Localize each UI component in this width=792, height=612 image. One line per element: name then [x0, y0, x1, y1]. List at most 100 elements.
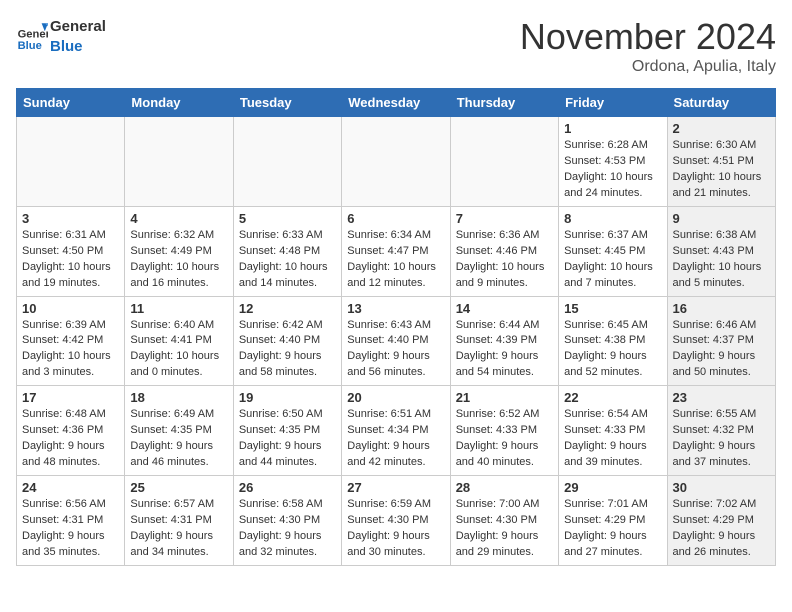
day-cell: 24 Sunrise: 6:56 AM Sunset: 4:31 PM Dayli… — [17, 476, 125, 566]
day-info: Sunrise: 6:43 AM Sunset: 4:40 PM Dayligh… — [347, 318, 444, 382]
day-info: Sunrise: 6:44 AM Sunset: 4:39 PM Dayligh… — [456, 318, 553, 382]
col-header-wednesday: Wednesday — [342, 89, 450, 117]
location: Ordona, Apulia, Italy — [520, 58, 776, 76]
day-number: 18 — [130, 390, 227, 405]
week-row-3: 17 Sunrise: 6:48 AM Sunset: 4:36 PM Dayli… — [17, 386, 776, 476]
day-info: Sunrise: 7:01 AM Sunset: 4:29 PM Dayligh… — [564, 497, 661, 561]
day-cell: 30 Sunrise: 7:02 AM Sunset: 4:29 PM Dayli… — [667, 476, 775, 566]
day-number: 29 — [564, 480, 661, 495]
day-number: 24 — [22, 480, 119, 495]
day-info: Sunrise: 6:31 AM Sunset: 4:50 PM Dayligh… — [22, 228, 119, 292]
day-cell: 25 Sunrise: 6:57 AM Sunset: 4:31 PM Dayli… — [125, 476, 233, 566]
day-number: 3 — [22, 211, 119, 226]
month-title: November 2024 — [520, 16, 776, 58]
day-info: Sunrise: 6:38 AM Sunset: 4:43 PM Dayligh… — [673, 228, 770, 292]
day-number: 16 — [673, 301, 770, 316]
day-info: Sunrise: 6:55 AM Sunset: 4:32 PM Dayligh… — [673, 407, 770, 471]
day-number: 5 — [239, 211, 336, 226]
day-info: Sunrise: 7:02 AM Sunset: 4:29 PM Dayligh… — [673, 497, 770, 561]
logo-blue-text: Blue — [50, 38, 83, 55]
day-cell: 2 Sunrise: 6:30 AM Sunset: 4:51 PM Daylig… — [667, 117, 775, 207]
day-cell: 13 Sunrise: 6:43 AM Sunset: 4:40 PM Dayli… — [342, 296, 450, 386]
day-cell: 6 Sunrise: 6:34 AM Sunset: 4:47 PM Daylig… — [342, 206, 450, 296]
day-info: Sunrise: 6:40 AM Sunset: 4:41 PM Dayligh… — [130, 318, 227, 382]
day-info: Sunrise: 6:51 AM Sunset: 4:34 PM Dayligh… — [347, 407, 444, 471]
day-number: 7 — [456, 211, 553, 226]
day-number: 30 — [673, 480, 770, 495]
day-info: Sunrise: 6:32 AM Sunset: 4:49 PM Dayligh… — [130, 228, 227, 292]
day-cell: 23 Sunrise: 6:55 AM Sunset: 4:32 PM Dayli… — [667, 386, 775, 476]
title-block: November 2024 Ordona, Apulia, Italy — [520, 16, 776, 76]
day-number: 27 — [347, 480, 444, 495]
day-cell: 29 Sunrise: 7:01 AM Sunset: 4:29 PM Dayli… — [559, 476, 667, 566]
week-row-1: 3 Sunrise: 6:31 AM Sunset: 4:50 PM Daylig… — [17, 206, 776, 296]
day-info: Sunrise: 6:52 AM Sunset: 4:33 PM Dayligh… — [456, 407, 553, 471]
day-number: 2 — [673, 121, 770, 136]
day-cell: 1 Sunrise: 6:28 AM Sunset: 4:53 PM Daylig… — [559, 117, 667, 207]
day-number: 8 — [564, 211, 661, 226]
day-cell: 4 Sunrise: 6:32 AM Sunset: 4:49 PM Daylig… — [125, 206, 233, 296]
day-info: Sunrise: 6:37 AM Sunset: 4:45 PM Dayligh… — [564, 228, 661, 292]
day-info: Sunrise: 6:34 AM Sunset: 4:47 PM Dayligh… — [347, 228, 444, 292]
day-number: 10 — [22, 301, 119, 316]
col-header-tuesday: Tuesday — [233, 89, 341, 117]
day-number: 9 — [673, 211, 770, 226]
week-row-2: 10 Sunrise: 6:39 AM Sunset: 4:42 PM Dayli… — [17, 296, 776, 386]
col-header-monday: Monday — [125, 89, 233, 117]
day-cell: 18 Sunrise: 6:49 AM Sunset: 4:35 PM Dayli… — [125, 386, 233, 476]
day-cell: 16Sunrise: 6:46 AM Sunset: 4:37 PM Dayli… — [667, 296, 775, 386]
col-header-sunday: Sunday — [17, 89, 125, 117]
day-number: 19 — [239, 390, 336, 405]
day-info: Sunrise: 6:57 AM Sunset: 4:31 PM Dayligh… — [130, 497, 227, 561]
day-info: Sunrise: 6:30 AM Sunset: 4:51 PM Dayligh… — [673, 138, 770, 202]
day-number: 14 — [456, 301, 553, 316]
day-number: 28 — [456, 480, 553, 495]
day-info: Sunrise: 6:56 AM Sunset: 4:31 PM Dayligh… — [22, 497, 119, 561]
day-info: Sunrise: 6:50 AM Sunset: 4:35 PM Dayligh… — [239, 407, 336, 471]
day-cell: 19 Sunrise: 6:50 AM Sunset: 4:35 PM Dayli… — [233, 386, 341, 476]
day-cell: 22Sunrise: 6:54 AM Sunset: 4:33 PM Dayli… — [559, 386, 667, 476]
day-info: Sunrise: 6:28 AM Sunset: 4:53 PM Dayligh… — [564, 138, 661, 202]
day-cell: 12Sunrise: 6:42 AM Sunset: 4:40 PM Dayli… — [233, 296, 341, 386]
day-cell — [342, 117, 450, 207]
day-info: Sunrise: 6:36 AM Sunset: 4:46 PM Dayligh… — [456, 228, 553, 292]
day-number: 23 — [673, 390, 770, 405]
day-cell — [450, 117, 558, 207]
day-info: Sunrise: 7:00 AM Sunset: 4:30 PM Dayligh… — [456, 497, 553, 561]
logo: General Blue General Blue — [16, 16, 106, 56]
calendar-table: SundayMondayTuesdayWednesdayThursdayFrid… — [16, 88, 776, 566]
day-info: Sunrise: 6:49 AM Sunset: 4:35 PM Dayligh… — [130, 407, 227, 471]
day-cell — [233, 117, 341, 207]
day-number: 13 — [347, 301, 444, 316]
day-number: 1 — [564, 121, 661, 136]
day-cell: 27 Sunrise: 6:59 AM Sunset: 4:30 PM Dayli… — [342, 476, 450, 566]
day-cell: 7 Sunrise: 6:36 AM Sunset: 4:46 PM Daylig… — [450, 206, 558, 296]
day-cell: 9 Sunrise: 6:38 AM Sunset: 4:43 PM Daylig… — [667, 206, 775, 296]
day-number: 4 — [130, 211, 227, 226]
day-cell — [17, 117, 125, 207]
header: General Blue General Blue November 2024 … — [16, 16, 776, 76]
day-info: Sunrise: 6:48 AM Sunset: 4:36 PM Dayligh… — [22, 407, 119, 471]
day-number: 6 — [347, 211, 444, 226]
day-cell: 3 Sunrise: 6:31 AM Sunset: 4:50 PM Daylig… — [17, 206, 125, 296]
day-cell: 14 Sunrise: 6:44 AM Sunset: 4:39 PM Dayli… — [450, 296, 558, 386]
day-cell: 20Sunrise: 6:51 AM Sunset: 4:34 PM Dayli… — [342, 386, 450, 476]
logo-icon: General Blue — [16, 20, 48, 52]
day-number: 17 — [22, 390, 119, 405]
logo-general-text: General — [50, 18, 106, 35]
day-info: Sunrise: 6:39 AM Sunset: 4:42 PM Dayligh… — [22, 318, 119, 382]
week-row-4: 24 Sunrise: 6:56 AM Sunset: 4:31 PM Dayli… — [17, 476, 776, 566]
day-number: 26 — [239, 480, 336, 495]
day-cell: 8 Sunrise: 6:37 AM Sunset: 4:45 PM Daylig… — [559, 206, 667, 296]
day-info: Sunrise: 6:45 AM Sunset: 4:38 PM Dayligh… — [564, 318, 661, 382]
day-number: 25 — [130, 480, 227, 495]
day-cell: 17 Sunrise: 6:48 AM Sunset: 4:36 PM Dayli… — [17, 386, 125, 476]
day-cell — [125, 117, 233, 207]
svg-text:Blue: Blue — [18, 40, 42, 52]
day-cell: 5Sunrise: 6:33 AM Sunset: 4:48 PM Daylig… — [233, 206, 341, 296]
day-info: Sunrise: 6:59 AM Sunset: 4:30 PM Dayligh… — [347, 497, 444, 561]
week-row-0: 1 Sunrise: 6:28 AM Sunset: 4:53 PM Daylig… — [17, 117, 776, 207]
day-number: 22 — [564, 390, 661, 405]
col-header-thursday: Thursday — [450, 89, 558, 117]
day-cell: 15Sunrise: 6:45 AM Sunset: 4:38 PM Dayli… — [559, 296, 667, 386]
